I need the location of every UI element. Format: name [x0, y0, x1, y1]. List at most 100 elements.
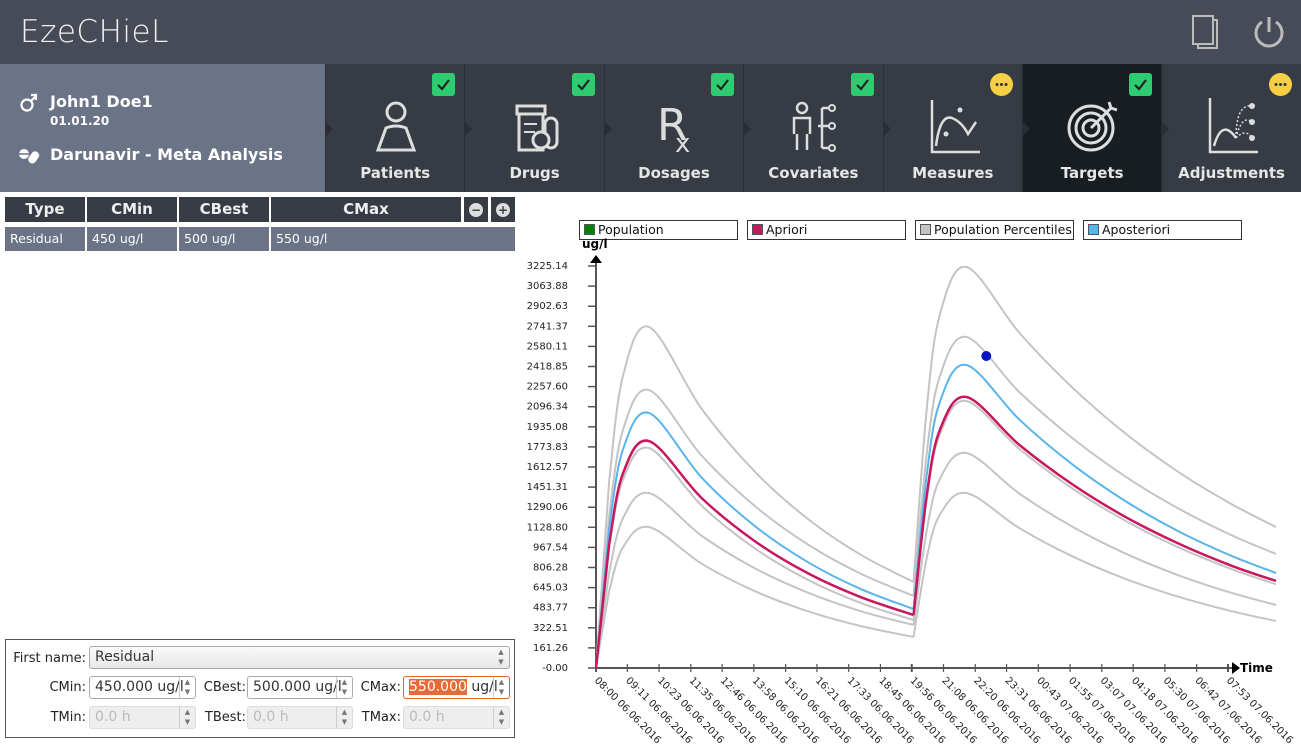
check-icon: [432, 73, 456, 96]
y-tick-label: 2257.60: [527, 382, 568, 393]
tab-patients[interactable]: Patients: [325, 64, 465, 192]
cell-cbest: 500 ug/l: [179, 227, 269, 251]
series-population-percentiles-line: [595, 266, 1277, 669]
covariates-icon: [792, 101, 837, 152]
y-tick-label: 3063.88: [527, 281, 568, 292]
y-tick-label: 2902.63: [527, 301, 568, 312]
series-aposteriori-line: [595, 363, 1277, 669]
tmax-spinbox[interactable]: 0.0 h ▲ ▼: [403, 706, 510, 729]
drugs-icon: [515, 104, 559, 152]
y-tick-label: 1935.08: [527, 422, 568, 433]
y-tick-label: 161.26: [533, 643, 568, 654]
tab-adjustments[interactable]: Adjustments: [1161, 64, 1301, 192]
patient-name: John1 Doe1: [50, 92, 153, 111]
measures-icon: [930, 100, 980, 154]
column-header-cbest[interactable]: CBest: [179, 197, 269, 222]
check-icon: [571, 73, 595, 96]
check-icon: [850, 73, 874, 96]
tab-label: Measures: [912, 164, 994, 182]
x-axis-arrow: [1232, 662, 1240, 674]
tbest-value: 0.0 h: [253, 709, 289, 725]
tbest-spinbox[interactable]: 0.0 h ▲ ▼: [247, 706, 353, 729]
y-axis-label: ug/l: [582, 237, 608, 251]
cell-cmin: 450 ug/l: [87, 227, 177, 251]
tmax-label: TMax:: [361, 710, 401, 725]
tab-drugs[interactable]: Drugs: [464, 64, 604, 192]
y-tick-label: 2741.37: [527, 321, 568, 332]
cmin-spinbox[interactable]: 450.000 ug/l ▲ ▼: [89, 676, 196, 699]
spin-arrows-icon[interactable]: ▲ ▼: [336, 677, 352, 698]
type-select[interactable]: Residual ▲ ▼: [89, 646, 510, 669]
spin-arrows-icon: ▲ ▼: [179, 707, 195, 728]
tmax-value: 0.0 h: [409, 709, 445, 725]
column-header-cmax[interactable]: CMax: [271, 197, 461, 222]
series-population-percentiles-line: [595, 491, 1277, 669]
select-arrows-icon: ▲ ▼: [498, 648, 504, 666]
y-tick-label: 483.77: [533, 603, 568, 614]
column-header-type[interactable]: Type: [5, 197, 85, 222]
concentration-chart[interactable]: ug/l Time -0.00 161.26 322.51 483.77 645.03 806…: [520, 195, 1301, 744]
app-header: EzeCHieL: [0, 0, 1301, 64]
tab-label: Adjustments: [1178, 164, 1285, 182]
y-tick-label: 2418.85: [527, 362, 568, 373]
minus-icon: −: [469, 203, 483, 217]
svg-text:x: x: [675, 129, 690, 154]
tab-label: Covariates: [768, 164, 859, 182]
y-tick-label: 1773.83: [527, 442, 568, 453]
tab-separator-arrow: [743, 121, 752, 137]
cell-type: Residual: [5, 227, 85, 251]
spin-arrows-icon: ▲ ▼: [493, 707, 509, 728]
tab-separator-arrow: [882, 121, 891, 137]
y-tick-label: 1290.06: [527, 502, 568, 513]
y-tick-label: 645.03: [533, 583, 568, 594]
tmin-value: 0.0 h: [95, 709, 131, 725]
adjustments-icon: [1209, 98, 1259, 154]
check-icon: [711, 73, 735, 96]
column-header-cmin[interactable]: CMin: [87, 197, 177, 222]
check-icon: [1129, 73, 1153, 96]
spin-arrows-icon[interactable]: ▲ ▼: [179, 677, 195, 698]
cmax-value-selected: 550.000: [409, 679, 467, 695]
power-icon[interactable]: [1252, 14, 1286, 50]
tmin-label: TMin:: [50, 710, 86, 725]
y-tick-label: 967.54: [533, 542, 568, 553]
remove-target-button[interactable]: −: [464, 197, 488, 222]
add-target-button[interactable]: +: [491, 197, 515, 222]
tab-separator-arrow: [1161, 121, 1170, 137]
cbest-label: CBest:: [203, 680, 246, 695]
ellipsis-icon: [989, 73, 1013, 96]
drug-name: Darunavir - Meta Analysis: [50, 145, 283, 164]
cmax-label: CMax:: [360, 680, 401, 695]
male-icon: [20, 93, 38, 112]
tab-covariates[interactable]: Covariates: [743, 64, 883, 192]
y-tick-label: -0.00: [542, 663, 568, 674]
tab-dosages[interactable]: Rx Dosages: [603, 64, 744, 192]
tab-label: Patients: [360, 164, 431, 182]
tab-label: Targets: [1060, 164, 1124, 182]
tbest-label: TBest:: [204, 710, 246, 725]
cbest-value: 500.000 ug/l: [253, 679, 342, 695]
tab-separator-arrow: [603, 121, 612, 137]
y-tick-label: 806.28: [533, 563, 568, 574]
app-logo: EzeCHieL: [20, 14, 169, 50]
target-icon: [1067, 101, 1118, 152]
tmin-spinbox[interactable]: 0.0 h ▲ ▼: [89, 706, 196, 729]
y-tick-label: 2096.34: [527, 402, 568, 413]
cell-cmax: 550 ug/l: [271, 227, 515, 251]
x-axis-label: Time: [1240, 661, 1273, 675]
tab-separator-arrow: [1021, 121, 1030, 137]
documents-icon[interactable]: [1190, 14, 1224, 50]
cmin-value: 450.000 ug/l: [95, 679, 184, 695]
cmax-spinbox[interactable]: 550.000 ug/l ▲ ▼: [403, 676, 510, 699]
y-axis-arrow: [590, 255, 602, 263]
y-tick-label: 1451.31: [527, 482, 568, 493]
ellipsis-icon: [1268, 73, 1292, 96]
tab-measures[interactable]: Measures: [882, 64, 1022, 192]
y-tick-label: 3225.14: [527, 261, 568, 272]
patient-birthdate: 01.01.20: [50, 114, 110, 128]
target-edit-form: First name: Residual ▲ ▼ CMin: 450.000 ug/…: [5, 639, 515, 738]
tab-targets[interactable]: Targets: [1021, 64, 1162, 192]
spin-arrows-icon[interactable]: ▲ ▼: [493, 677, 509, 698]
cbest-spinbox[interactable]: 500.000 ug/l ▲ ▼: [247, 676, 353, 699]
pills-icon: [19, 149, 40, 164]
